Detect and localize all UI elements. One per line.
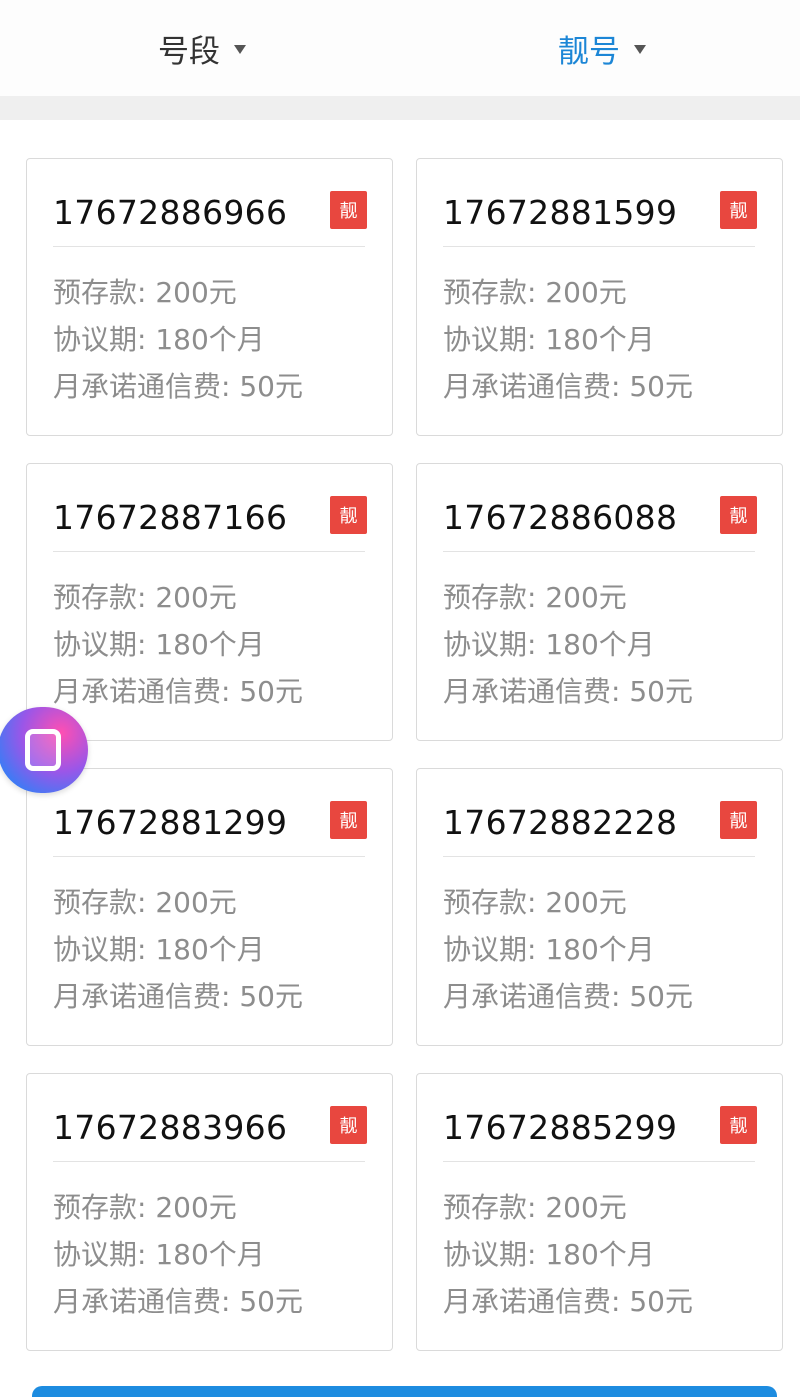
floating-assistant-button[interactable] — [0, 707, 88, 793]
filter-bar: 号段 靓号 — [0, 0, 800, 96]
card-header: 17672881599 靓 — [443, 189, 757, 247]
card-header: 17672886088 靓 — [443, 494, 757, 552]
card-details: 预存款: 200元 协议期: 180个月 月承诺通信费: 50元 — [53, 269, 373, 410]
deposit-text: 预存款: 200元 — [53, 276, 237, 309]
premium-badge: 靓 — [330, 1106, 367, 1144]
bottom-action-button[interactable] — [32, 1386, 777, 1397]
term-text: 协议期: 180个月 — [53, 323, 265, 356]
deposit-text: 预存款: 200元 — [443, 276, 627, 309]
monthly-fee-text: 月承诺通信费: 50元 — [443, 980, 693, 1013]
phone-number: 17672881299 — [53, 803, 288, 842]
card-details: 预存款: 200元 协议期: 180个月 月承诺通信费: 50元 — [443, 574, 763, 715]
number-card[interactable]: 17672881599 靓 预存款: 200元 协议期: 180个月 月承诺通信… — [416, 158, 783, 436]
card-details: 预存款: 200元 协议期: 180个月 月承诺通信费: 50元 — [53, 1184, 373, 1325]
term-text: 协议期: 180个月 — [443, 1238, 655, 1271]
term-text: 协议期: 180个月 — [53, 1238, 265, 1271]
card-header: 17672883966 靓 — [53, 1104, 367, 1162]
term-text: 协议期: 180个月 — [443, 933, 655, 966]
number-card[interactable]: 17672885299 靓 预存款: 200元 协议期: 180个月 月承诺通信… — [416, 1073, 783, 1351]
assistant-icon — [25, 729, 61, 771]
monthly-fee-text: 月承诺通信费: 50元 — [53, 675, 303, 708]
deposit-text: 预存款: 200元 — [53, 1191, 237, 1224]
card-header: 17672885299 靓 — [443, 1104, 757, 1162]
monthly-fee-text: 月承诺通信费: 50元 — [443, 675, 693, 708]
number-card[interactable]: 17672881299 靓 预存款: 200元 协议期: 180个月 月承诺通信… — [26, 768, 393, 1046]
phone-number: 17672885299 — [443, 1108, 678, 1147]
section-divider — [0, 96, 800, 120]
phone-number: 17672887166 — [53, 498, 288, 537]
number-card[interactable]: 17672886088 靓 预存款: 200元 协议期: 180个月 月承诺通信… — [416, 463, 783, 741]
deposit-text: 预存款: 200元 — [443, 581, 627, 614]
phone-number: 17672886088 — [443, 498, 678, 537]
number-card[interactable]: 17672887166 靓 预存款: 200元 协议期: 180个月 月承诺通信… — [26, 463, 393, 741]
monthly-fee-text: 月承诺通信费: 50元 — [443, 370, 693, 403]
premium-badge: 靓 — [720, 1106, 757, 1144]
card-details: 预存款: 200元 协议期: 180个月 月承诺通信费: 50元 — [443, 879, 763, 1020]
filter-tab-label: 靓号 — [558, 33, 620, 70]
premium-badge: 靓 — [330, 801, 367, 839]
monthly-fee-text: 月承诺通信费: 50元 — [53, 980, 303, 1013]
deposit-text: 预存款: 200元 — [53, 581, 237, 614]
deposit-text: 预存款: 200元 — [443, 886, 627, 919]
phone-number: 17672882228 — [443, 803, 678, 842]
number-selection-page: 号段 靓号 17672886966 靓 预存款: 200元 协议期: 180个月… — [0, 0, 800, 1397]
phone-number: 17672883966 — [53, 1108, 288, 1147]
deposit-text: 预存款: 200元 — [53, 886, 237, 919]
card-details: 预存款: 200元 协议期: 180个月 月承诺通信费: 50元 — [443, 269, 763, 410]
card-header: 17672887166 靓 — [53, 494, 367, 552]
card-details: 预存款: 200元 协议期: 180个月 月承诺通信费: 50元 — [443, 1184, 763, 1325]
term-text: 协议期: 180个月 — [443, 628, 655, 661]
monthly-fee-text: 月承诺通信费: 50元 — [53, 370, 303, 403]
card-header: 17672882228 靓 — [443, 799, 757, 857]
number-card-grid: 17672886966 靓 预存款: 200元 协议期: 180个月 月承诺通信… — [0, 120, 800, 1351]
premium-badge: 靓 — [720, 191, 757, 229]
premium-badge: 靓 — [330, 191, 367, 229]
card-details: 预存款: 200元 协议期: 180个月 月承诺通信费: 50元 — [53, 574, 373, 715]
term-text: 协议期: 180个月 — [53, 628, 265, 661]
monthly-fee-text: 月承诺通信费: 50元 — [53, 1285, 303, 1318]
term-text: 协议期: 180个月 — [443, 323, 655, 356]
filter-tab-number-segment[interactable]: 号段 — [0, 0, 400, 96]
card-header: 17672886966 靓 — [53, 189, 367, 247]
number-card[interactable]: 17672882228 靓 预存款: 200元 协议期: 180个月 月承诺通信… — [416, 768, 783, 1046]
monthly-fee-text: 月承诺通信费: 50元 — [443, 1285, 693, 1318]
filter-tab-premium-number[interactable]: 靓号 — [400, 0, 800, 96]
term-text: 协议期: 180个月 — [53, 933, 265, 966]
deposit-text: 预存款: 200元 — [443, 1191, 627, 1224]
caret-down-icon — [634, 44, 646, 54]
premium-badge: 靓 — [720, 801, 757, 839]
phone-number: 17672886966 — [53, 193, 288, 232]
caret-down-icon — [234, 44, 246, 54]
phone-number: 17672881599 — [443, 193, 678, 232]
card-header: 17672881299 靓 — [53, 799, 367, 857]
number-card[interactable]: 17672886966 靓 预存款: 200元 协议期: 180个月 月承诺通信… — [26, 158, 393, 436]
premium-badge: 靓 — [330, 496, 367, 534]
number-card[interactable]: 17672883966 靓 预存款: 200元 协议期: 180个月 月承诺通信… — [26, 1073, 393, 1351]
filter-tab-label: 号段 — [158, 33, 220, 70]
premium-badge: 靓 — [720, 496, 757, 534]
card-details: 预存款: 200元 协议期: 180个月 月承诺通信费: 50元 — [53, 879, 373, 1020]
